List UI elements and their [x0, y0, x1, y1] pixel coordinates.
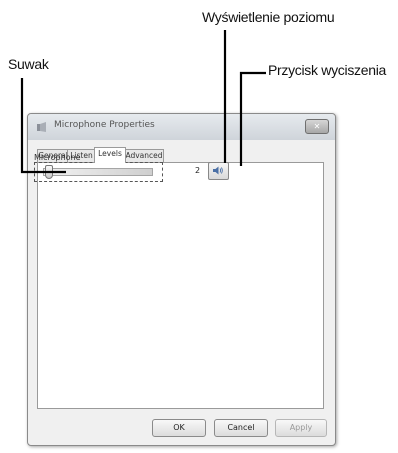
- slider-thumb[interactable]: [45, 165, 53, 179]
- volume-slider[interactable]: [34, 162, 163, 182]
- apply-button[interactable]: Apply: [275, 419, 327, 437]
- slider-callout: Suwak: [8, 56, 49, 72]
- mute-button[interactable]: [208, 162, 229, 180]
- tab-levels[interactable]: Levels: [94, 147, 126, 163]
- speaker-icon: [213, 166, 223, 175]
- microphone-icon: [37, 122, 46, 132]
- level-value: 2: [195, 166, 201, 175]
- tab-advanced[interactable]: Advanced: [124, 149, 164, 162]
- close-button[interactable]: ✕: [305, 119, 329, 134]
- cancel-button[interactable]: Cancel: [214, 419, 268, 437]
- mute-button-callout: Przycisk wyciszenia: [268, 62, 386, 78]
- microphone-group-label: Microphone: [34, 153, 81, 162]
- level-display-callout: Wyświetlenie poziomu: [202, 9, 335, 25]
- levels-panel: [37, 162, 324, 409]
- ok-button[interactable]: OK: [152, 419, 206, 437]
- slider-track: [43, 168, 153, 176]
- title-bar: Microphone Properties ✕: [28, 114, 335, 140]
- dialog-title: Microphone Properties: [54, 120, 155, 130]
